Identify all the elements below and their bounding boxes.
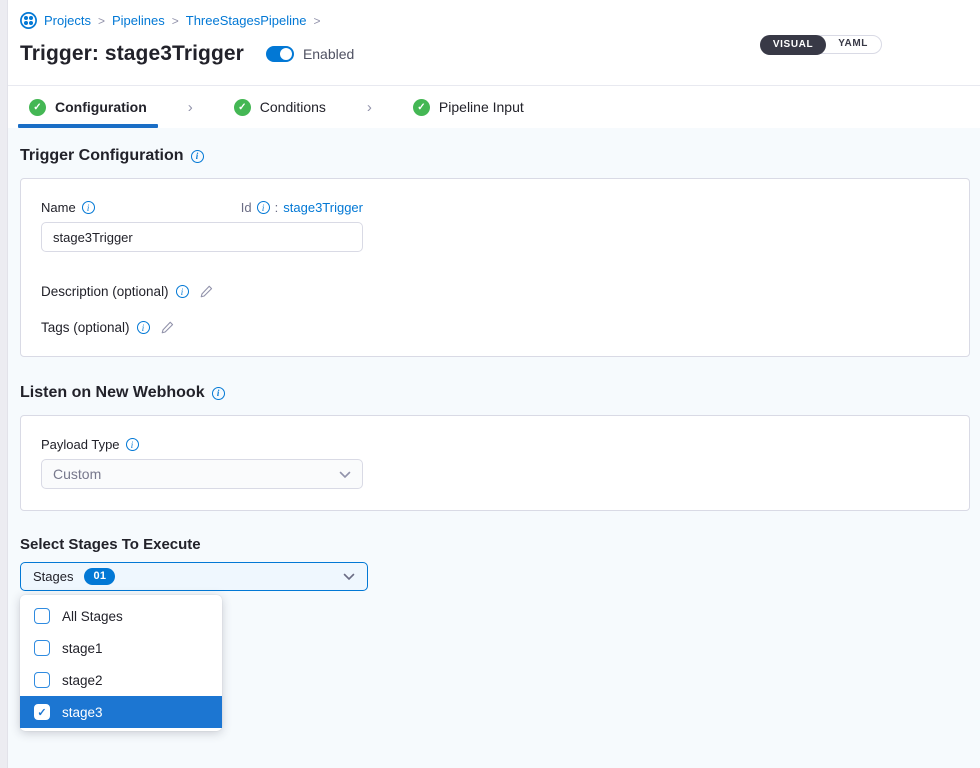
select-stages-heading: Select Stages To Execute <box>20 536 970 553</box>
trigger-configuration-heading: Trigger Configuration <box>20 147 970 165</box>
info-icon[interactable] <box>212 387 225 400</box>
option-label: stage3 <box>62 705 103 720</box>
id-group: Id : stage3Trigger <box>241 200 363 215</box>
chevron-down-icon <box>339 466 351 482</box>
info-icon[interactable] <box>137 321 150 334</box>
webhook-heading: Listen on New Webhook <box>20 384 970 402</box>
tags-label: Tags (optional) <box>41 320 130 335</box>
checkbox-unchecked[interactable] <box>34 640 50 656</box>
description-field: Description (optional) <box>41 284 949 299</box>
info-icon[interactable] <box>82 201 95 214</box>
section-heading-text: Listen on New Webhook <box>20 384 205 402</box>
check-circle-icon <box>413 99 430 116</box>
tab-conditions[interactable]: Conditions <box>223 86 337 128</box>
option-stage1[interactable]: stage1 <box>20 632 222 664</box>
info-icon[interactable] <box>176 285 189 298</box>
id-value[interactable]: stage3Trigger <box>283 200 363 215</box>
breadcrumb-separator: > <box>98 14 105 28</box>
option-label: All Stages <box>62 609 123 624</box>
tab-label: Conditions <box>260 99 326 115</box>
stages-dropdown: All Stages stage1 stage2 stage3 <box>20 595 222 731</box>
checkbox-unchecked[interactable] <box>34 608 50 624</box>
stages-count-badge: 01 <box>84 568 115 585</box>
section-heading-text: Trigger Configuration <box>20 147 184 165</box>
project-logo-icon <box>20 12 37 29</box>
name-input[interactable] <box>41 222 363 252</box>
payload-type-select[interactable]: Custom <box>41 459 363 489</box>
chevron-down-icon <box>343 568 355 586</box>
info-icon[interactable] <box>257 201 270 214</box>
wizard-tabbar: Configuration › Conditions › Pipeline In… <box>8 85 980 128</box>
check-circle-icon <box>234 99 251 116</box>
name-id-row: Name Id : stage3Trigger <box>41 200 363 215</box>
breadcrumb-link-pipeline-name[interactable]: ThreeStagesPipeline <box>186 13 307 28</box>
edit-pencil-icon[interactable] <box>160 320 175 335</box>
stages-select-wrap: Stages 01 All Stages stage1 stage2 <box>20 562 368 591</box>
chevron-right-icon: › <box>367 99 372 116</box>
breadcrumb-separator: > <box>172 14 179 28</box>
breadcrumb: Projects > Pipelines > ThreeStagesPipeli… <box>20 12 960 29</box>
chevron-right-icon: › <box>188 99 193 116</box>
stages-multiselect[interactable]: Stages 01 <box>20 562 368 591</box>
option-all-stages[interactable]: All Stages <box>20 600 222 632</box>
description-label: Description (optional) <box>41 284 169 299</box>
enabled-toggle[interactable] <box>266 46 294 62</box>
enabled-toggle-label: Enabled <box>303 46 354 62</box>
option-stage2[interactable]: stage2 <box>20 664 222 696</box>
payload-type-label-text: Payload Type <box>41 437 120 452</box>
payload-type-label: Payload Type <box>41 437 949 452</box>
tab-label: Configuration <box>55 99 147 115</box>
yaml-mode-button[interactable]: YAML <box>825 35 881 54</box>
stages-select-label: Stages <box>33 569 73 584</box>
payload-type-value: Custom <box>53 466 101 482</box>
option-label: stage2 <box>62 673 103 688</box>
option-label: stage1 <box>62 641 103 656</box>
visual-mode-button[interactable]: VISUAL <box>760 35 826 55</box>
checkbox-checked[interactable] <box>34 704 50 720</box>
breadcrumb-separator: > <box>313 14 320 28</box>
trigger-page: Projects > Pipelines > ThreeStagesPipeli… <box>8 0 980 768</box>
checkbox-unchecked[interactable] <box>34 672 50 688</box>
content-area: Trigger Configuration Name Id : stage3Tr… <box>8 128 980 768</box>
tab-pipeline-input[interactable]: Pipeline Input <box>402 86 535 128</box>
name-label: Name <box>41 200 95 215</box>
webhook-card: Payload Type Custom <box>20 415 970 511</box>
tab-configuration[interactable]: Configuration <box>18 86 158 128</box>
left-gutter <box>0 0 8 768</box>
tab-label: Pipeline Input <box>439 99 524 115</box>
name-label-text: Name <box>41 200 76 215</box>
trigger-configuration-card: Name Id : stage3Trigger Description (opt… <box>20 178 970 357</box>
option-stage3[interactable]: stage3 <box>20 696 222 728</box>
edit-pencil-icon[interactable] <box>199 284 214 299</box>
info-icon[interactable] <box>191 150 204 163</box>
visual-yaml-switch: VISUAL YAML <box>760 35 882 54</box>
breadcrumb-link-pipelines[interactable]: Pipelines <box>112 13 165 28</box>
toggle-knob <box>280 48 292 60</box>
info-icon[interactable] <box>126 438 139 451</box>
id-label: Id <box>241 200 252 215</box>
tags-field: Tags (optional) <box>41 320 949 335</box>
breadcrumb-link-projects[interactable]: Projects <box>44 13 91 28</box>
page-header: Projects > Pipelines > ThreeStagesPipeli… <box>8 0 980 66</box>
check-circle-icon <box>29 99 46 116</box>
id-separator: : <box>275 200 279 215</box>
page-title: Trigger: stage3Trigger <box>20 42 244 66</box>
